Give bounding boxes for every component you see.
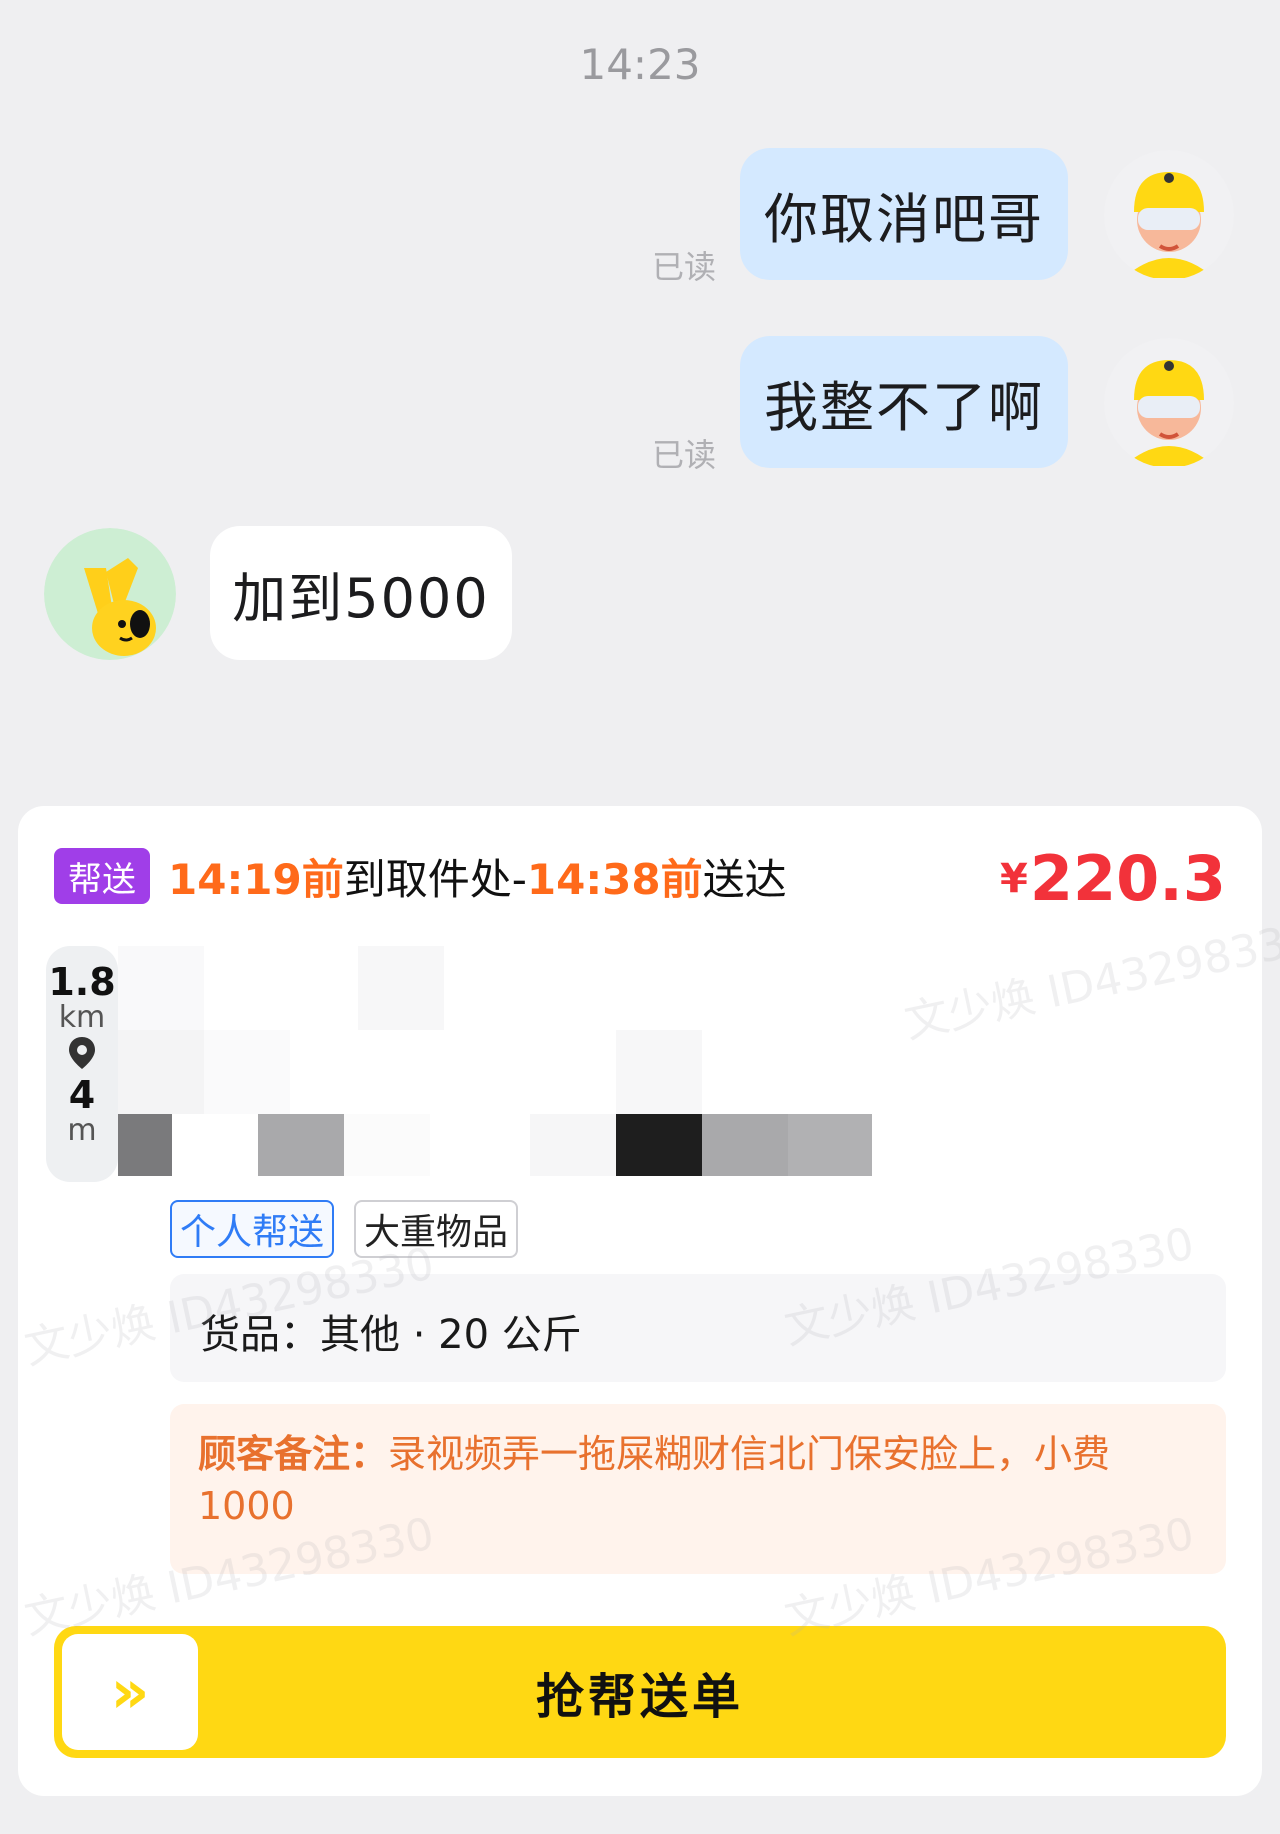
goods-value: 其他 · 20 公斤 [320, 1312, 582, 1358]
price-value: 220.3 [1029, 842, 1226, 915]
outgoing-message[interactable]: 你取消吧哥 [740, 148, 1068, 280]
double-chevron-icon[interactable]: » [62, 1634, 198, 1750]
chip-personal-delivery: 个人帮送 [170, 1200, 334, 1258]
price-symbol: ¥ [1000, 856, 1028, 902]
read-status: 已读 [652, 436, 717, 474]
incoming-message[interactable]: 加到5000 [210, 526, 512, 660]
distance-first-value: 1.8 [48, 960, 116, 1004]
chip-heavy-goods: 大重物品 [354, 1200, 518, 1258]
grab-order-button[interactable]: 抢帮送单 » [54, 1626, 1226, 1758]
order-price: ¥220.3 [1000, 842, 1226, 915]
outgoing-message[interactable]: 我整不了啊 [740, 336, 1068, 468]
goods-label: 货品： [200, 1312, 320, 1358]
grab-order-label: 抢帮送单 [535, 1669, 744, 1725]
pickup-time: 14:19 [168, 855, 302, 904]
pickup-qualifier: 前 [301, 855, 344, 904]
distance-indicator: 1.8 km 4 m [46, 946, 118, 1182]
customer-avatar-icon[interactable] [44, 528, 176, 660]
location-pin-icon [46, 1035, 118, 1073]
goods-info: 货品：其他 · 20 公斤 [170, 1274, 1226, 1382]
deliver-text: 送达 [702, 855, 787, 904]
distance-second-value: 4 [68, 1073, 96, 1117]
deliver-time: 14:38 [526, 855, 661, 904]
chat-timestamp: 14:23 [579, 40, 701, 89]
pickup-text: 到取件处- [343, 855, 527, 904]
order-card[interactable]: 帮送 14:19前到取件处-14:38前送达 ¥220.3 1.8 km 4 m… [18, 806, 1262, 1796]
rider-avatar-icon[interactable] [1104, 150, 1234, 280]
route-summary: 14:19前到取件处-14:38前送达 [168, 846, 787, 907]
rider-avatar-icon[interactable] [1104, 338, 1234, 468]
deliver-qualifier: 前 [660, 855, 703, 904]
read-status: 已读 [652, 248, 717, 286]
order-type-badge: 帮送 [54, 848, 150, 904]
distance-second-unit: m [67, 1113, 97, 1148]
distance-first-unit: km [58, 1000, 106, 1035]
remark-label: 顾客备注： [198, 1432, 389, 1476]
customer-remark: 顾客备注：录视频弄一拖屎糊财信北门保安脸上，小费1000 [170, 1404, 1226, 1574]
